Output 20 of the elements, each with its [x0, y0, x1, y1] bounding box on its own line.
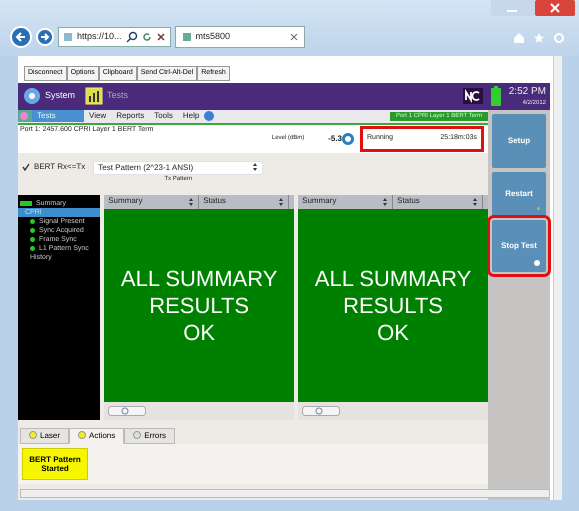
bottom-tab[interactable]: Laser [20, 428, 70, 444]
menu-item[interactable]: Tools [149, 110, 178, 122]
bert-checkbox[interactable]: BERT Rx<=Tx [22, 160, 86, 172]
pattern-select[interactable]: Test Pattern (2^23-1 ANSI) [93, 160, 264, 174]
menu-item[interactable]: Help [178, 110, 204, 122]
clock-time: 2:52 PM [508, 85, 546, 99]
tab-title: mts5800 [196, 30, 232, 44]
action-button[interactable]: BERT Pattern Started [22, 448, 88, 480]
system-button[interactable]: System [22, 86, 76, 106]
bottom-tab[interactable]: Actions [69, 428, 124, 444]
result-message: ALL SUMMARY RESULTS OK [314, 264, 472, 346]
level-value: -5.3 [328, 132, 342, 144]
result-message: ALL SUMMARY RESULTS OK [120, 264, 278, 346]
address-text: https://10... [77, 30, 122, 44]
browser-tab[interactable]: mts5800 [174, 26, 305, 48]
menu-item[interactable]: Reports [111, 110, 150, 122]
menu-item[interactable]: View [84, 110, 112, 122]
address-bar[interactable]: https://10... [58, 27, 171, 47]
bottom-tab[interactable]: Errors [124, 428, 176, 444]
tests-button[interactable]: Tests [84, 86, 130, 106]
